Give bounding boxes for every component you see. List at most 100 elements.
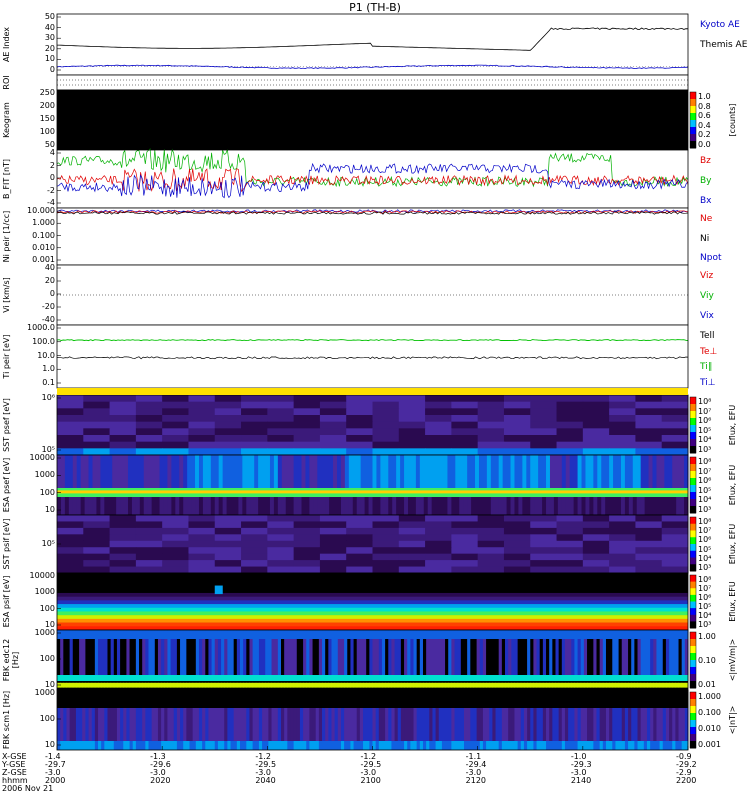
spectrogram-cell: [274, 708, 279, 741]
colorbar-segment: [690, 621, 696, 629]
spectrogram-cell: [514, 708, 519, 741]
spectrogram-cell: [568, 741, 572, 750]
spectrogram-cell: [404, 675, 408, 681]
spectrogram-cell: [520, 741, 525, 750]
spectrogram-cell: [445, 630, 449, 639]
spectrogram-cell: [388, 497, 393, 515]
spectrogram-cell: [669, 682, 673, 688]
spectrogram-cell: [397, 708, 402, 741]
spectrogram-cell: [243, 675, 247, 681]
spectrogram-cell: [183, 497, 188, 515]
spectrogram-cell: [503, 401, 531, 409]
spectrogram-cell: [470, 741, 474, 750]
spectrogram-cell: [167, 708, 172, 741]
spectrogram-cell: [186, 682, 191, 688]
spectrogram-cell: [489, 675, 493, 681]
spectrogram-cell: [135, 630, 140, 639]
spectrogram-cell: [66, 639, 71, 675]
spectrogram-cell: [416, 630, 421, 639]
spectrogram-cell: [239, 630, 244, 639]
spectrogram-cell: [438, 690, 443, 708]
spectrogram-cell: [426, 639, 430, 675]
spectrogram-cell: [164, 690, 168, 708]
spectrogram-cell: [208, 639, 213, 675]
spectrogram-cell: [609, 401, 636, 409]
spectrogram-cell: [306, 708, 310, 741]
spectrogram-cell: [637, 708, 642, 741]
spectrogram-cell: [347, 682, 351, 688]
spectrogram-cell: [322, 639, 326, 675]
spectrogram-cell: [486, 708, 490, 741]
spectrogram-cell: [477, 435, 505, 443]
spectrogram-cell: [423, 497, 429, 515]
spectrogram-cell: [285, 455, 291, 488]
spectrogram-cell: [170, 639, 175, 675]
spectrogram-cell: [492, 682, 497, 688]
spectrogram-cell: [350, 741, 355, 750]
spectrogram-cell: [331, 682, 336, 688]
spectrogram-cell: [672, 630, 676, 639]
spectrogram-cell: [425, 448, 452, 456]
spectrogram-cell: [581, 497, 586, 515]
spectrogram-cell: [222, 455, 228, 488]
spectrogram-cell: [135, 534, 163, 542]
spectrogram-band: [57, 607, 688, 612]
spectrogram-cell: [236, 639, 241, 675]
spectrogram-cell: [222, 497, 228, 515]
spectrogram-cell: [101, 675, 105, 681]
spectrogram-cell: [404, 639, 408, 675]
spectrogram-cell: [425, 401, 452, 409]
spectrogram-cell: [287, 675, 291, 681]
spectrogram-cell: [167, 630, 172, 639]
spectrogram-cell: [313, 497, 318, 515]
spectrogram-cell: [394, 690, 399, 708]
spectrogram-cell: [662, 675, 667, 681]
spectrogram-cell: [451, 540, 479, 548]
spectrogram-cell: [549, 455, 555, 488]
spectrogram-cell: [605, 708, 610, 741]
spectrogram-cell: [189, 682, 194, 688]
spectrogram-cell: [568, 630, 572, 639]
spectrogram-cell: [520, 690, 525, 708]
spectrogram-cell: [492, 639, 497, 675]
spectrogram-cell: [85, 682, 90, 688]
spectrogram-cell: [546, 497, 551, 515]
spectrogram-cell: [143, 455, 149, 488]
spectrogram-cell: [508, 639, 512, 675]
spectrogram-cell: [337, 741, 342, 750]
colorbar-segment: [690, 544, 696, 552]
spectrogram-cell: [451, 547, 479, 555]
spectrogram-cell: [416, 690, 421, 708]
spectrogram-cell: [556, 421, 584, 429]
spectrogram-cell: [224, 708, 228, 741]
spectrogram-cell: [337, 690, 342, 708]
spectrogram-cell: [88, 682, 93, 688]
spectrogram-cell: [394, 682, 399, 688]
spectrogram-cell: [419, 690, 424, 708]
spectrogram-cell: [101, 639, 105, 675]
spectrogram-cell: [281, 497, 287, 515]
spectrogram-cell: [162, 553, 189, 561]
spectrogram-cell: [552, 708, 556, 741]
spectrogram-band: [57, 592, 688, 597]
spectrogram-cell: [281, 741, 285, 750]
spectrogram-cell: [574, 690, 579, 708]
spectrogram-cell: [287, 682, 291, 688]
spectrogram-cell: [83, 441, 111, 449]
spectrogram-cell: [255, 708, 260, 741]
spectrogram-cell: [211, 682, 216, 688]
spectrogram-cell: [82, 682, 86, 688]
spectrogram-cell: [359, 675, 364, 681]
legend-entry: Bx: [700, 196, 712, 206]
spectrogram-cell: [605, 639, 610, 675]
colorbar-segment: [690, 713, 696, 721]
spectrogram-cell: [555, 630, 560, 639]
spectrogram-cell: [397, 682, 402, 688]
spectrogram-cell: [582, 534, 610, 542]
spectrogram-cell: [661, 448, 689, 456]
spectrogram-cell: [319, 560, 347, 568]
spectrogram-cell: [277, 497, 283, 515]
spectrogram-cell: [602, 639, 607, 675]
spectrogram-cell: [435, 675, 440, 681]
spectrogram-cell: [271, 690, 276, 708]
